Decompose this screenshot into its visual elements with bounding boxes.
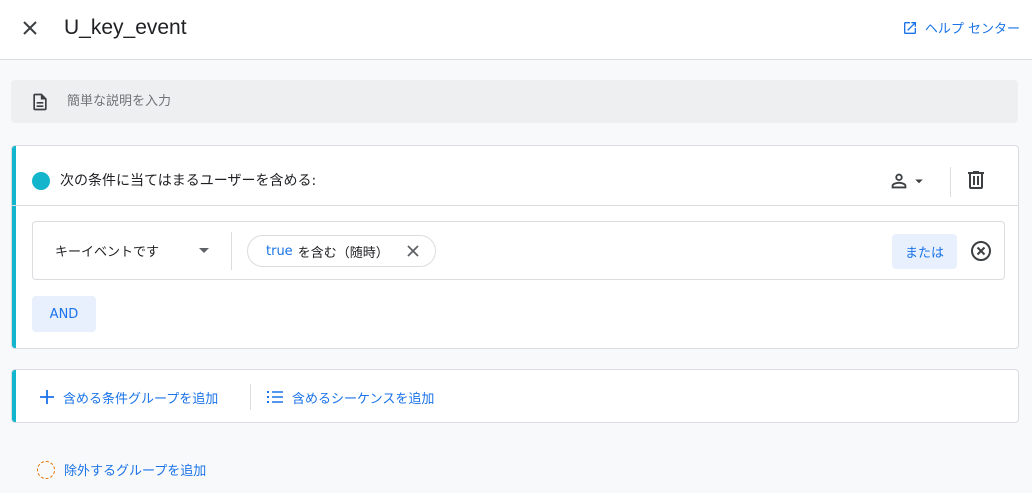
caret-down-icon [199, 248, 209, 253]
condition-value-chip[interactable]: true を含む（随時） [247, 235, 436, 267]
sequence-list-icon [267, 391, 283, 403]
open-in-new-icon [903, 21, 916, 34]
add-condition-group-label: 含める条件グループを追加 [63, 391, 219, 407]
delete-group-button[interactable] [964, 168, 988, 196]
close-icon [407, 245, 419, 257]
person-icon [891, 173, 907, 189]
dimension-label: キーイベントです [55, 245, 160, 260]
add-condition-group-button[interactable]: 含める条件グループを追加 [40, 370, 219, 422]
scope-dropdown[interactable] [888, 170, 928, 192]
condition-group-title: 次の条件に当てはまるユーザーを含める: [60, 173, 317, 189]
close-button[interactable] [16, 14, 44, 42]
condition-row: キーイベントです true を含む（随時） または [32, 221, 1005, 280]
group-accent-bar [12, 370, 16, 422]
top-bar: U_key_event ヘルプ センター [0, 0, 1032, 60]
include-condition-group: 次の条件に当てはまるユーザーを含める: キーイベントです true を含む（随時… [11, 145, 1019, 349]
row-divider [231, 232, 232, 270]
description-field[interactable] [11, 80, 1018, 123]
document-icon [30, 91, 52, 113]
plus-icon [40, 390, 54, 404]
add-exclude-group-button[interactable]: 除外するグループを追加 [37, 460, 206, 479]
and-button[interactable]: AND [32, 296, 96, 332]
or-button[interactable]: または [892, 234, 957, 269]
add-exclude-group-label: 除外するグループを追加 [64, 464, 207, 479]
condition-group-header: 次の条件に当てはまるユーザーを含める: [12, 146, 1018, 206]
trash-icon [968, 171, 984, 189]
caret-down-icon [915, 179, 923, 184]
header-divider [950, 167, 951, 197]
add-actions-divider [250, 384, 251, 410]
chip-value: true [266, 243, 293, 259]
add-group-bar: 含める条件グループを追加 含めるシーケンスを追加 [11, 369, 1019, 423]
page-title: U_key_event [64, 16, 187, 39]
description-input[interactable] [67, 94, 867, 109]
dimension-select[interactable]: キーイベントです [33, 222, 231, 279]
chip-remove-button[interactable] [407, 245, 419, 257]
remove-condition-button[interactable] [970, 240, 992, 262]
chip-operator: を含む（随時） [297, 245, 389, 261]
circle-close-icon [971, 241, 991, 261]
help-center-label: ヘルプ センター [924, 22, 1020, 37]
group-color-dot [32, 172, 50, 190]
add-sequence-button[interactable]: 含めるシーケンスを追加 [267, 370, 435, 422]
help-center-link[interactable]: ヘルプ センター [902, 18, 1020, 37]
close-icon [23, 21, 37, 35]
add-sequence-label: 含めるシーケンスを追加 [292, 391, 435, 407]
dashed-circle-icon [37, 460, 55, 479]
